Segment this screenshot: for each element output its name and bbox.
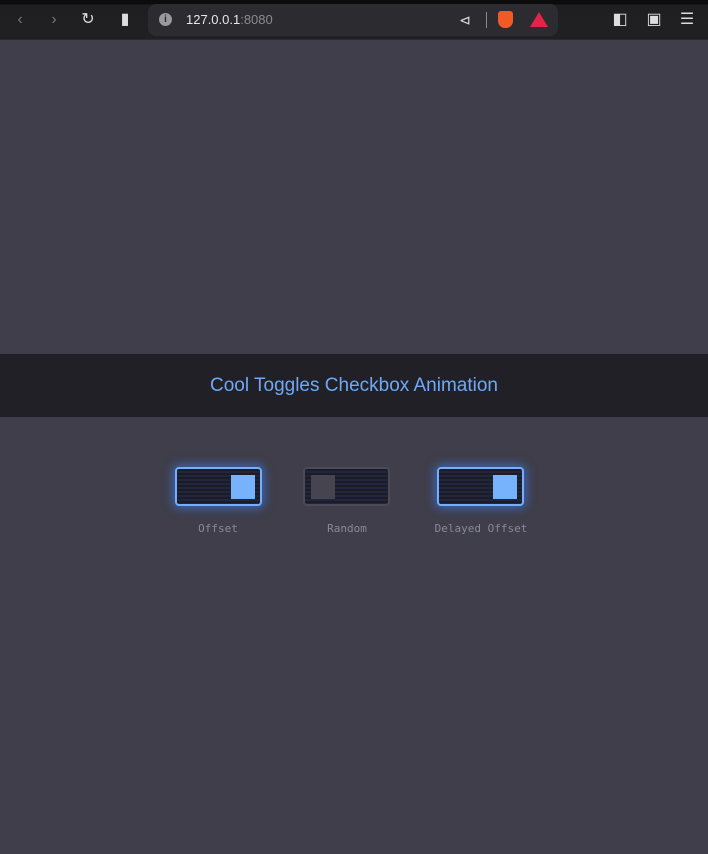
- forward-icon[interactable]: ›: [45, 12, 63, 28]
- url-text: 127.0.0.1:8080: [186, 12, 273, 27]
- brave-shields-icon[interactable]: [498, 11, 513, 28]
- page-title: Cool Toggles Checkbox Animation: [210, 374, 498, 396]
- address-bar[interactable]: i 127.0.0.1:8080 ⊲: [148, 4, 558, 36]
- toggle-knob: [493, 475, 517, 499]
- brave-rewards-icon[interactable]: [530, 12, 548, 27]
- toggle-label-offset: Offset: [198, 522, 238, 535]
- toggle-knob: [231, 475, 255, 499]
- toggle-knob: [311, 475, 335, 499]
- browser-toolbar: ‹ › ↻ ▮ i 127.0.0.1:8080 ⊲ ◧ ▣ ☰: [0, 0, 708, 40]
- page-header: Cool Toggles Checkbox Animation: [0, 354, 708, 417]
- site-info-icon[interactable]: i: [159, 13, 172, 26]
- toggle-random[interactable]: [303, 467, 390, 506]
- url-port: :8080: [240, 12, 273, 27]
- toggle-offset[interactable]: [175, 467, 262, 506]
- sidebar-icon[interactable]: ◧: [611, 12, 629, 28]
- share-icon[interactable]: ⊲: [456, 12, 474, 28]
- divider: [486, 12, 487, 28]
- bookmark-icon[interactable]: ▮: [116, 12, 134, 28]
- wallet-icon[interactable]: ▣: [645, 12, 663, 28]
- reload-icon[interactable]: ↻: [79, 12, 97, 28]
- toggle-label-delayed-offset: Delayed Offset: [434, 522, 528, 535]
- back-icon[interactable]: ‹: [11, 12, 29, 28]
- url-host: 127.0.0.1: [186, 12, 241, 27]
- toggle-label-random: Random: [327, 522, 367, 535]
- menu-icon[interactable]: ☰: [678, 12, 696, 28]
- toggle-delayed-offset[interactable]: [437, 467, 524, 506]
